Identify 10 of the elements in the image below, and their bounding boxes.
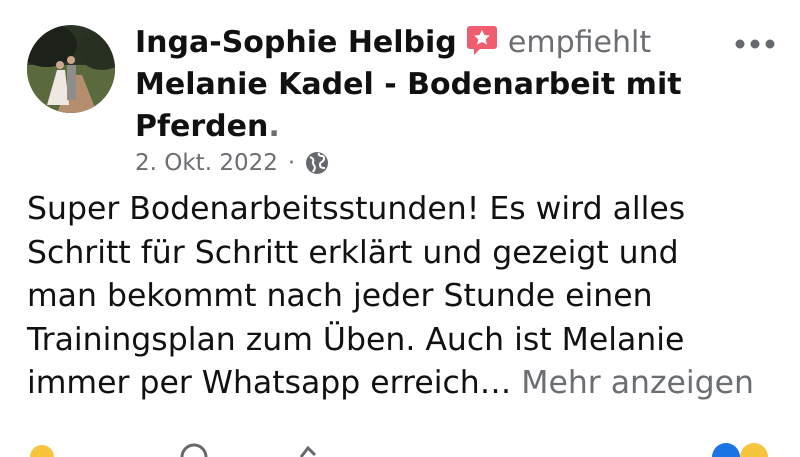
globe-icon [305,151,330,175]
review-text: Super Bodenarbeitsstunden! Es wird alles Schritt für Schritt erklärt und gezeigt und man bekommt nach jeder Stunde einen Trainingsplan zum Üben. Auch ist Melanie immer per Whatsapp erreich… Mehr anzeigen [27,190,756,403]
post-date: 2. Okt. 2022 [135,150,278,176]
author-name-link[interactable]: Inga-Sophie Helbig [135,25,457,60]
more-options-icon[interactable] [734,38,776,50]
recommendation-star-icon [466,24,498,56]
separator-dot: · [288,150,296,176]
page-name-link[interactable]: Melanie Kadel - Bodenarbeit mit Pferden. [135,64,714,148]
recommends-text: empfiehlt [508,25,652,60]
see-more-link[interactable]: Mehr anzeigen [521,365,754,401]
